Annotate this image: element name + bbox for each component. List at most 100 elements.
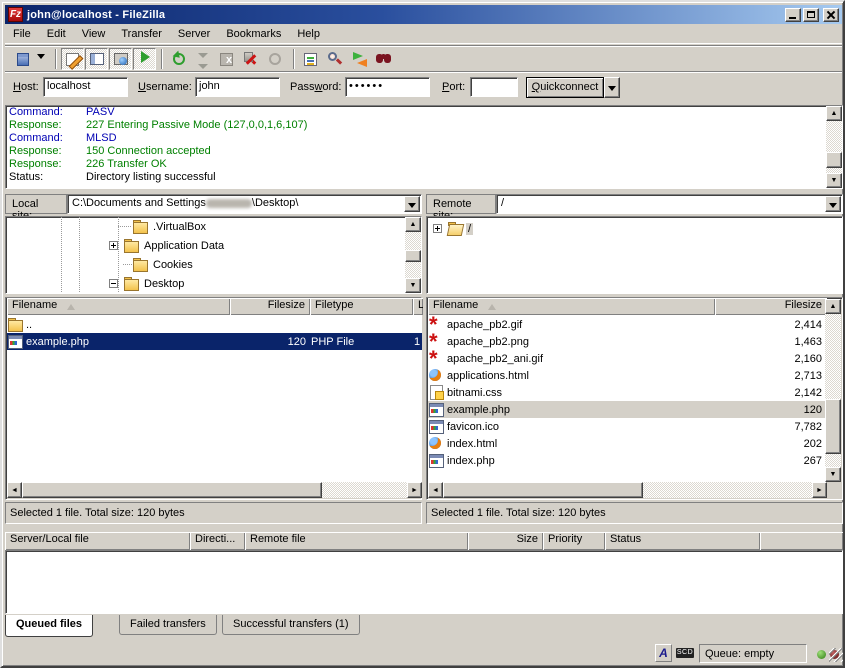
tab-successful-transfers[interactable]: Successful transfers (1) [222, 615, 360, 635]
toggle-message-log-icon[interactable] [61, 48, 84, 70]
tree-item[interactable]: .VirtualBox [132, 217, 208, 236]
maximize-button[interactable] [803, 8, 819, 22]
local-tree-scrollbar[interactable]: ▲ ▼ [405, 217, 421, 293]
tree-item[interactable]: Desktop [109, 274, 186, 293]
menu-bookmarks[interactable]: Bookmarks [218, 26, 289, 42]
local-list-hscrollbar[interactable]: ◄ ► [7, 482, 422, 498]
scrollbar-thumb[interactable] [826, 152, 842, 168]
toggle-queue-icon[interactable] [133, 48, 156, 70]
file-row-selected[interactable]: example.php120 [428, 401, 827, 418]
file-row[interactable]: favicon.ico7,782 [428, 418, 827, 435]
directory-comparison-icon[interactable] [323, 48, 346, 70]
log-scrollbar[interactable]: ▲ ▼ [826, 106, 842, 188]
scroll-right-icon[interactable]: ► [407, 482, 422, 498]
host-input[interactable]: localhost [43, 77, 128, 97]
expand-plus-icon[interactable] [109, 241, 118, 250]
file-row-selected[interactable]: example.php 120 PHP File 1 [7, 333, 422, 350]
find-files-icon[interactable] [371, 48, 394, 70]
reconnect-icon[interactable] [263, 48, 286, 70]
speed-limit-icon[interactable]: SCD [676, 648, 694, 658]
file-row[interactable]: applications.html2,713 [428, 367, 827, 384]
process-queue-icon[interactable] [191, 48, 214, 70]
scrollbar-thumb[interactable] [22, 482, 322, 498]
scroll-down-icon[interactable]: ▼ [405, 278, 421, 293]
sort-ascending-icon [67, 300, 75, 310]
scroll-up-icon[interactable]: ▲ [825, 299, 841, 314]
quickconnect-button[interactable]: Quickconnect [526, 77, 604, 98]
title-bar[interactable]: john@localhost - FileZilla [5, 5, 842, 24]
site-manager-dropdown-icon[interactable] [37, 54, 45, 63]
expand-plus-icon[interactable] [433, 224, 442, 233]
remote-site-dropdown-icon[interactable] [825, 196, 841, 212]
scrollbar-thumb[interactable] [443, 482, 643, 498]
file-row[interactable]: apache_pb2_ani.gif2,160 [428, 350, 827, 367]
password-input[interactable]: •••••• [345, 77, 430, 97]
scroll-up-icon[interactable]: ▲ [826, 106, 842, 121]
queue-status: Queue: empty [699, 644, 807, 663]
remote-file-list: Filename Filesize apache_pb2.gif2,414 ap… [426, 297, 843, 500]
menu-edit[interactable]: Edit [39, 26, 74, 42]
column-header-filesize[interactable]: Filesize [230, 298, 310, 315]
scroll-left-icon[interactable]: ◄ [428, 482, 443, 498]
site-manager-icon[interactable] [11, 48, 34, 70]
password-label: Password: [290, 81, 341, 93]
transfer-type-icon[interactable]: A [655, 644, 672, 662]
remote-site-combo[interactable]: / [496, 194, 843, 214]
column-header-server-local-file[interactable]: Server/Local file [5, 532, 190, 550]
port-input[interactable] [470, 77, 518, 97]
remote-list-hscrollbar[interactable]: ◄ ► [428, 482, 827, 498]
open-folder-icon [447, 222, 463, 235]
scroll-down-icon[interactable]: ▼ [825, 467, 841, 482]
column-header-filesize[interactable]: Filesize [715, 298, 827, 315]
menu-file[interactable]: File [5, 26, 39, 42]
menu-view[interactable]: View [74, 26, 114, 42]
tree-item[interactable]: Cookies [132, 255, 195, 274]
column-header-direction[interactable]: Directi... [190, 532, 245, 550]
close-button[interactable] [823, 8, 839, 22]
column-header-status[interactable]: Status [605, 532, 760, 550]
menu-help[interactable]: Help [289, 26, 328, 42]
file-row[interactable]: index.php267 [428, 452, 827, 469]
resize-grip[interactable] [829, 648, 843, 662]
file-row[interactable]: .. [7, 316, 422, 333]
scroll-down-icon[interactable]: ▼ [826, 173, 842, 188]
toggle-local-tree-icon[interactable] [85, 48, 108, 70]
refresh-icon[interactable] [167, 48, 190, 70]
username-input[interactable]: john [195, 77, 280, 97]
remote-list-vscrollbar[interactable]: ▲ ▼ [825, 299, 841, 482]
minimize-button[interactable] [785, 8, 801, 22]
transfer-queue-list[interactable] [5, 550, 843, 614]
scroll-left-icon[interactable]: ◄ [7, 482, 22, 498]
tree-item[interactable]: / [433, 219, 473, 238]
synchronized-browsing-icon[interactable] [347, 48, 370, 70]
folder-icon [132, 220, 148, 233]
column-header-priority[interactable]: Priority [543, 532, 605, 550]
scroll-right-icon[interactable]: ► [812, 482, 827, 498]
scroll-up-icon[interactable]: ▲ [405, 217, 421, 232]
column-header-filetype[interactable]: Filetype [310, 298, 413, 315]
collapse-minus-icon[interactable] [109, 279, 118, 288]
file-row[interactable]: index.html202 [428, 435, 827, 452]
column-header-last-modified[interactable]: L [413, 298, 423, 315]
filter-icon[interactable] [299, 48, 322, 70]
quickconnect-dropdown-icon[interactable] [604, 77, 620, 98]
scrollbar-thumb[interactable] [405, 250, 421, 262]
file-row[interactable]: apache_pb2.gif2,414 [428, 316, 827, 333]
scrollbar-thumb[interactable] [825, 399, 841, 454]
tab-queued-files[interactable]: Queued files [5, 615, 93, 637]
column-header-filename[interactable]: Filename [428, 298, 715, 315]
file-row[interactable]: bitnami.css2,142 [428, 384, 827, 401]
tree-item[interactable]: Application Data [109, 236, 226, 255]
column-header-remote-file[interactable]: Remote file [245, 532, 468, 550]
column-header-filename[interactable]: Filename [7, 298, 230, 315]
cancel-operation-icon[interactable] [215, 48, 238, 70]
tab-failed-transfers[interactable]: Failed transfers [119, 615, 217, 635]
file-row[interactable]: apache_pb2.png1,463 [428, 333, 827, 350]
toggle-remote-tree-icon[interactable] [109, 48, 132, 70]
column-header-size[interactable]: Size [468, 532, 543, 550]
disconnect-icon[interactable] [239, 48, 262, 70]
local-site-combo[interactable]: C:\Documents and Settings\Desktop\ [67, 194, 422, 214]
menu-server[interactable]: Server [170, 26, 218, 42]
local-site-dropdown-icon[interactable] [404, 196, 420, 212]
menu-transfer[interactable]: Transfer [113, 26, 170, 42]
